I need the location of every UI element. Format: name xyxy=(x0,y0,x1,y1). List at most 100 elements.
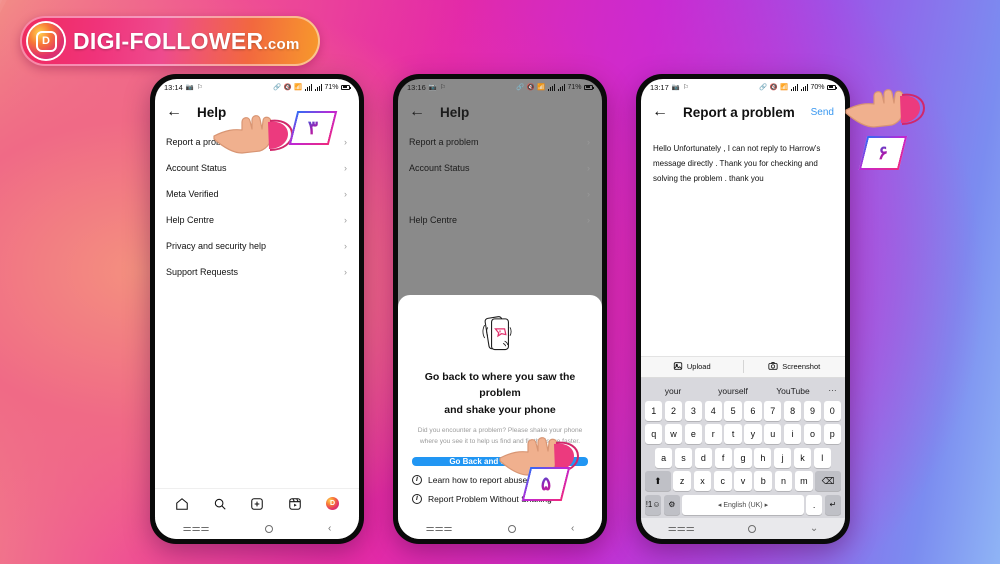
recents-icon[interactable]: ⚌⚌⚌ xyxy=(426,523,453,534)
screenshot-button[interactable]: Screenshot xyxy=(744,361,846,373)
key-0[interactable]: 0 xyxy=(823,400,841,421)
key-v[interactable]: v xyxy=(734,471,752,491)
key-d[interactable]: d xyxy=(694,447,712,468)
sheet-title-line-1: Go back to where you saw the problem xyxy=(424,371,576,400)
shift-key-icon[interactable]: ⬆ xyxy=(644,471,671,491)
menu-item-blank[interactable]: › xyxy=(398,181,602,207)
symbols-key[interactable]: !1☺ xyxy=(645,494,662,515)
key-k[interactable]: k xyxy=(793,447,812,468)
back-button-icon[interactable]: ‹ xyxy=(571,523,574,534)
logo-mark-letter: D xyxy=(35,30,57,52)
suggestion-2[interactable]: yourself xyxy=(703,386,763,396)
pointing-hand-annotation-3 xyxy=(840,82,926,134)
key-z[interactable]: z xyxy=(673,471,692,491)
reels-icon[interactable] xyxy=(288,497,302,511)
home-button-icon[interactable] xyxy=(507,524,516,533)
menu-item-report-a-problem[interactable]: Report a problem › xyxy=(398,129,602,155)
page-title: Help xyxy=(440,104,470,120)
key-w[interactable]: w xyxy=(664,424,683,444)
camera-icon xyxy=(768,361,778,373)
upload-button[interactable]: Upload xyxy=(641,361,743,373)
hide-keyboard-icon[interactable]: ⌄ xyxy=(810,523,818,534)
home-button-icon[interactable] xyxy=(264,524,273,533)
key-p[interactable]: p xyxy=(823,424,841,444)
back-arrow-icon[interactable]: ← xyxy=(409,104,425,120)
key-1[interactable]: 1 xyxy=(645,400,663,421)
space-key[interactable]: ◂ English (UK) ▸ xyxy=(682,494,804,515)
key-y[interactable]: y xyxy=(744,424,762,444)
key-e[interactable]: e xyxy=(684,424,703,444)
key-g[interactable]: g xyxy=(734,447,752,468)
keyboard-settings-icon[interactable]: ⚙ xyxy=(663,494,680,515)
key-h[interactable]: h xyxy=(754,447,772,468)
key-u[interactable]: u xyxy=(764,424,782,444)
step-badge-5: ۵ xyxy=(521,467,571,501)
key-a[interactable]: a xyxy=(655,447,673,468)
suggestion-1[interactable]: your xyxy=(643,386,703,396)
upload-label: Upload xyxy=(686,362,711,371)
key-o[interactable]: o xyxy=(803,424,822,444)
back-button-icon[interactable]: ‹ xyxy=(328,523,331,534)
back-arrow-icon[interactable]: ← xyxy=(652,104,668,120)
key-j[interactable]: j xyxy=(773,447,792,468)
enter-key-icon[interactable]: ↵ xyxy=(824,494,841,515)
more-suggestions-icon[interactable]: ⋯ xyxy=(823,385,843,396)
period-key[interactable]: . xyxy=(806,494,823,515)
key-i[interactable]: i xyxy=(783,424,802,444)
keyboard-row-4: !1☺ ⚙ ◂ English (UK) ▸ . ↵ xyxy=(643,494,843,515)
key-s[interactable]: s xyxy=(674,447,693,468)
key-3[interactable]: 3 xyxy=(684,400,703,421)
key-8[interactable]: 8 xyxy=(783,400,802,421)
step-badge-3: ۳ xyxy=(288,111,338,145)
home-icon[interactable] xyxy=(175,497,189,511)
key-t[interactable]: t xyxy=(724,424,742,444)
add-post-icon[interactable] xyxy=(250,497,264,511)
key-m[interactable]: m xyxy=(794,471,813,491)
link-icon: 🔗 xyxy=(516,84,525,91)
menu-item-label: Account Status xyxy=(166,163,227,173)
mute-icon: 🔇 xyxy=(526,84,535,91)
key-6[interactable]: 6 xyxy=(744,400,762,421)
key-b[interactable]: b xyxy=(754,471,773,491)
logo-mark-icon: D xyxy=(28,23,64,59)
mute-icon: 🔇 xyxy=(283,84,292,91)
key-f[interactable]: f xyxy=(714,447,732,468)
menu-item-account-status[interactable]: Account Status › xyxy=(155,155,359,181)
key-2[interactable]: 2 xyxy=(664,400,683,421)
problem-description-area[interactable]: Hello Unfortunately , I can not reply to… xyxy=(641,129,845,356)
key-c[interactable]: c xyxy=(713,471,732,491)
key-9[interactable]: 9 xyxy=(803,400,822,421)
menu-item-meta-verified[interactable]: Meta Verified › xyxy=(155,181,359,207)
key-n[interactable]: n xyxy=(774,471,793,491)
profile-avatar[interactable]: D xyxy=(326,497,340,510)
suggestion-3[interactable]: YouTube xyxy=(763,386,823,396)
back-arrow-icon[interactable]: ← xyxy=(166,104,182,120)
sheet-title: Go back to where you saw the problem and… xyxy=(412,369,588,418)
mute-icon: 🔇 xyxy=(769,84,778,91)
menu-item-support-requests[interactable]: Support Requests › xyxy=(155,259,359,285)
search-icon[interactable] xyxy=(213,497,227,511)
shake-phone-bottom-sheet: Go back to where you saw the problem and… xyxy=(398,295,602,539)
key-l[interactable]: l xyxy=(813,447,831,468)
menu-item-help-centre[interactable]: Help Centre › xyxy=(398,207,602,233)
menu-item-privacy-and-security-help[interactable]: Privacy and security help › xyxy=(155,233,359,259)
key-r[interactable]: r xyxy=(704,424,722,444)
go-back-and-shake-phone-button[interactable]: Go Back and Shake Phone xyxy=(412,456,588,466)
key-q[interactable]: q xyxy=(645,424,663,444)
menu-item-account-status[interactable]: Account Status › xyxy=(398,155,602,181)
link-icon: 🔗 xyxy=(759,84,768,91)
menu-item-help-centre[interactable]: Help Centre › xyxy=(155,207,359,233)
key-7[interactable]: 7 xyxy=(764,400,782,421)
backspace-key-icon[interactable]: ⌫ xyxy=(815,471,842,491)
send-button[interactable]: Send xyxy=(811,107,834,118)
status-bar: 13:17 📷 ⚐ 🔗 🔇 📶 70% xyxy=(641,79,845,95)
chevron-right-icon: › xyxy=(587,189,590,199)
key-4[interactable]: 4 xyxy=(704,400,722,421)
battery-icon xyxy=(341,84,351,90)
home-button-icon[interactable] xyxy=(748,524,757,533)
key-x[interactable]: x xyxy=(693,471,712,491)
recents-icon[interactable]: ⚌⚌⚌ xyxy=(183,523,210,534)
key-5[interactable]: 5 xyxy=(724,400,742,421)
signal2-icon xyxy=(314,83,322,91)
recents-icon[interactable]: ⚌⚌⚌ xyxy=(668,523,695,534)
